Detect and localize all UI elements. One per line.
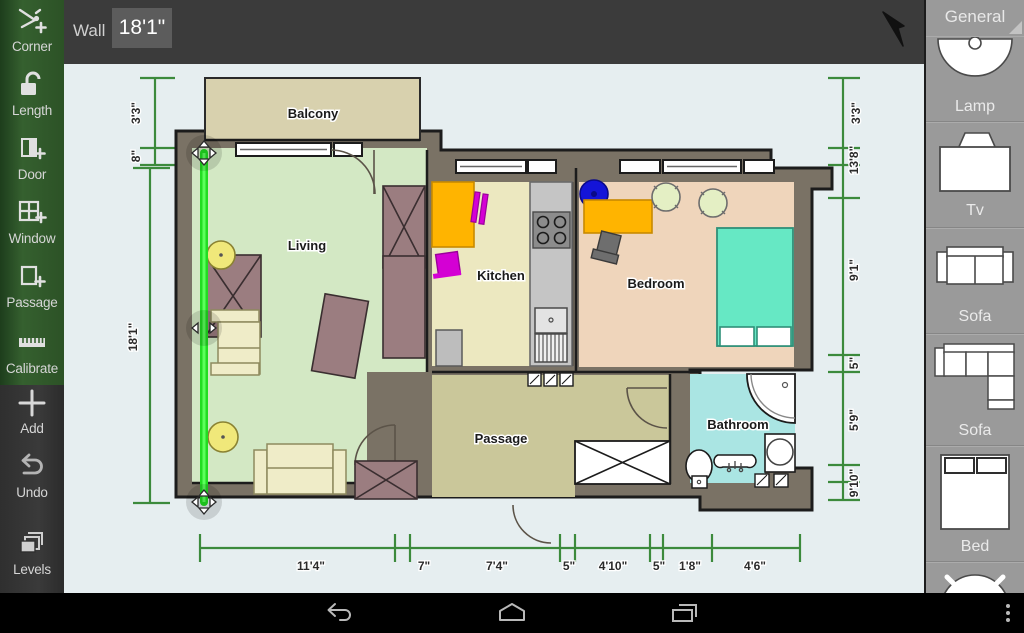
tool-length[interactable]: Length (0, 68, 64, 118)
floor-plan-canvas[interactable]: Balcony Living Kitchen Bedroom Passage B… (64, 64, 924, 593)
dim-left-1: 8" (129, 150, 143, 162)
plus-icon (0, 386, 64, 420)
panel-category-label: General (944, 7, 1006, 26)
tool-door[interactable]: Door (0, 132, 64, 182)
dim-right-2: 9'1" (847, 259, 861, 281)
window-add-icon (0, 196, 64, 230)
library-item-bed[interactable]: Bed (926, 446, 1024, 562)
tool-label: Length (11, 103, 53, 118)
tool-label: Door (17, 167, 47, 182)
top-toolbar: Wall 18'1" (64, 0, 924, 64)
dim-bottom-0: 11'4" (297, 559, 325, 573)
android-nav-bar (0, 593, 1024, 633)
tool-label: Undo (16, 485, 48, 500)
dim-left-0: 3'3" (129, 102, 143, 124)
library-item-sofa[interactable]: Sofa (926, 228, 1024, 334)
tool-passage[interactable]: Passage (0, 260, 64, 310)
dim-bottom-4: 4'10" (599, 559, 628, 573)
tool-label: Passage (6, 295, 58, 310)
dim-bottom-6: 1'8" (679, 559, 701, 573)
library-item-lamp[interactable]: Lamp (926, 36, 1024, 122)
library-item-tv[interactable]: Tv (926, 122, 1024, 228)
resize-corner-icon[interactable] (1009, 21, 1022, 34)
pointer-arrow-icon[interactable] (877, 6, 911, 57)
library-item-label: Tv (966, 202, 984, 219)
room-label-living: Living (288, 238, 326, 253)
library-item-round-table[interactable] (926, 562, 1024, 593)
back-icon[interactable] (310, 593, 370, 633)
tool-label: Levels (13, 562, 51, 577)
room-label-kitchen: Kitchen (477, 268, 525, 283)
passage-fixtures (574, 440, 671, 485)
dim-right-3: 5" (847, 357, 861, 369)
tool-label: Window (8, 231, 56, 246)
floor-plan-drawing: Balcony Living Kitchen Bedroom Passage B… (125, 76, 864, 574)
round-table-icon (926, 563, 1024, 593)
dim-right-4: 5'9" (847, 409, 861, 431)
layers-icon (0, 527, 64, 561)
left-toolbar: Corner Length Door Window Passage Calibr… (0, 0, 64, 593)
dim-right-1: 13'8" (847, 146, 861, 175)
dim-right-0: 3'3" (849, 102, 863, 124)
tool-add[interactable]: Add (0, 386, 64, 436)
lamp-icon (926, 37, 1024, 97)
door-add-icon (0, 132, 64, 166)
tool-label: Calibrate (5, 361, 59, 376)
tv-icon (926, 123, 1024, 201)
lock-open-icon (0, 68, 64, 102)
wall-length-input[interactable]: 18'1" (112, 8, 172, 48)
wall-property-label: Wall (73, 21, 106, 40)
corner-add-icon (0, 4, 64, 38)
tool-label: Add (20, 421, 44, 436)
library-item-label: Bed (960, 538, 990, 555)
overflow-menu-icon[interactable] (1006, 604, 1010, 622)
library-item-label: Sofa (958, 422, 992, 439)
dim-bottom-3: 5" (563, 559, 575, 573)
recents-icon[interactable] (655, 593, 715, 633)
passage-add-icon (0, 260, 64, 294)
dim-bottom-1: 7" (418, 559, 430, 573)
object-library-panel[interactable]: General Lamp Tv Sofa Sofa Bed (924, 0, 1024, 593)
home-icon[interactable] (482, 593, 542, 633)
tool-window[interactable]: Window (0, 196, 64, 246)
dim-bottom-2: 7'4" (486, 559, 508, 573)
undo-arrow-icon (0, 450, 64, 484)
floor-plan-app: Corner Length Door Window Passage Calibr… (0, 0, 1024, 633)
sectional-sofa-icon (926, 335, 1024, 421)
dim-bottom-5: 5" (653, 559, 665, 573)
room-label-passage: Passage (475, 431, 528, 446)
tool-corner[interactable]: Corner (0, 4, 64, 54)
dim-left-2: 18'1" (126, 323, 140, 352)
room-label-bathroom: Bathroom (707, 417, 768, 432)
bed-icon (926, 447, 1024, 537)
tool-label: Corner (11, 39, 53, 54)
panel-category-header[interactable]: General (926, 0, 1024, 36)
sofa-icon (926, 229, 1024, 307)
dim-bottom-7: 4'6" (744, 559, 766, 573)
library-item-label: Lamp (954, 98, 996, 115)
ruler-icon (0, 326, 64, 360)
tool-calibrate[interactable]: Calibrate (0, 326, 64, 376)
tool-undo[interactable]: Undo (0, 450, 64, 500)
room-label-balcony: Balcony (288, 106, 339, 121)
library-item-label: Sofa (958, 308, 992, 325)
room-label-bedroom: Bedroom (627, 276, 684, 291)
dim-right-5: 9'10" (847, 469, 861, 498)
library-item-sectional-sofa[interactable]: Sofa (926, 334, 1024, 446)
tool-levels[interactable]: Levels (0, 527, 64, 577)
